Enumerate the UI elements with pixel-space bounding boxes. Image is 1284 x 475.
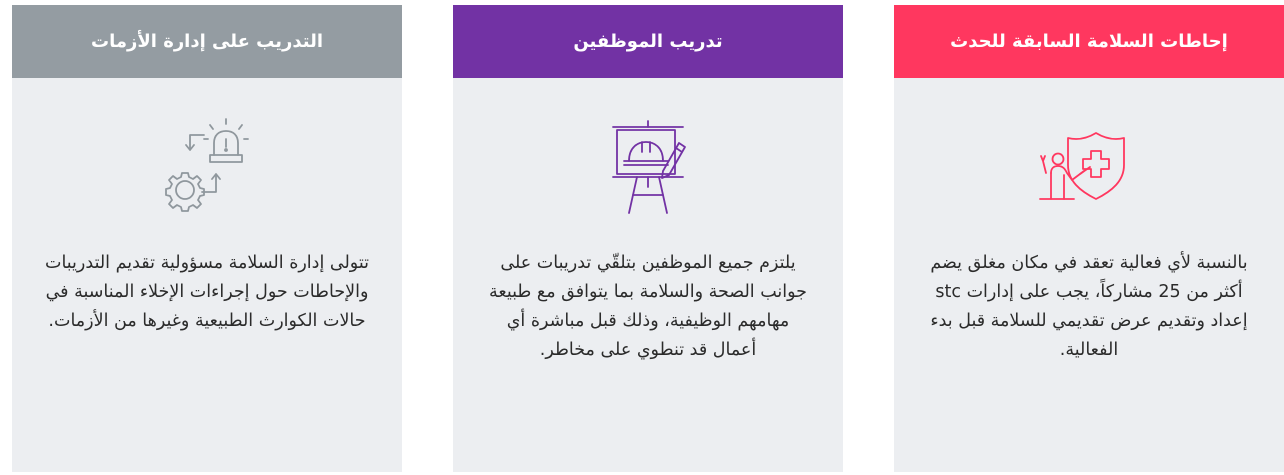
card-header: تدريب الموظفين xyxy=(453,5,843,78)
card-description: بالنسبة لأي فعالية تعقد في مكان مغلق يضم… xyxy=(930,253,1248,360)
alarm-gear-cycle-icon xyxy=(12,117,402,217)
presenter-shield-medical-icon xyxy=(894,117,1284,217)
card-title: التدريب على إدارة الأزمات xyxy=(91,31,323,52)
easel-hard-hat-icon xyxy=(453,117,843,217)
card-description: يلتزم جميع الموظفين بتلقّي تدريبات على ج… xyxy=(489,253,807,360)
card-header: التدريب على إدارة الأزمات xyxy=(12,5,402,78)
card-crisis-management-training: التدريب على إدارة الأزمات تتولى إدارة ال… xyxy=(12,5,402,472)
card-pre-event-safety-briefings: إحاطات السلامة السابقة للحدث بالنسبة لأي… xyxy=(894,5,1284,472)
card-title: إحاطات السلامة السابقة للحدث xyxy=(950,31,1228,52)
card-header: إحاطات السلامة السابقة للحدث xyxy=(894,5,1284,78)
card-description: تتولى إدارة السلامة مسؤولية تقديم التدري… xyxy=(44,253,370,331)
card-employee-training: تدريب الموظفين يلتزم جميع الموظفين بتلقّ… xyxy=(453,5,843,472)
card-title: تدريب الموظفين xyxy=(573,31,723,52)
